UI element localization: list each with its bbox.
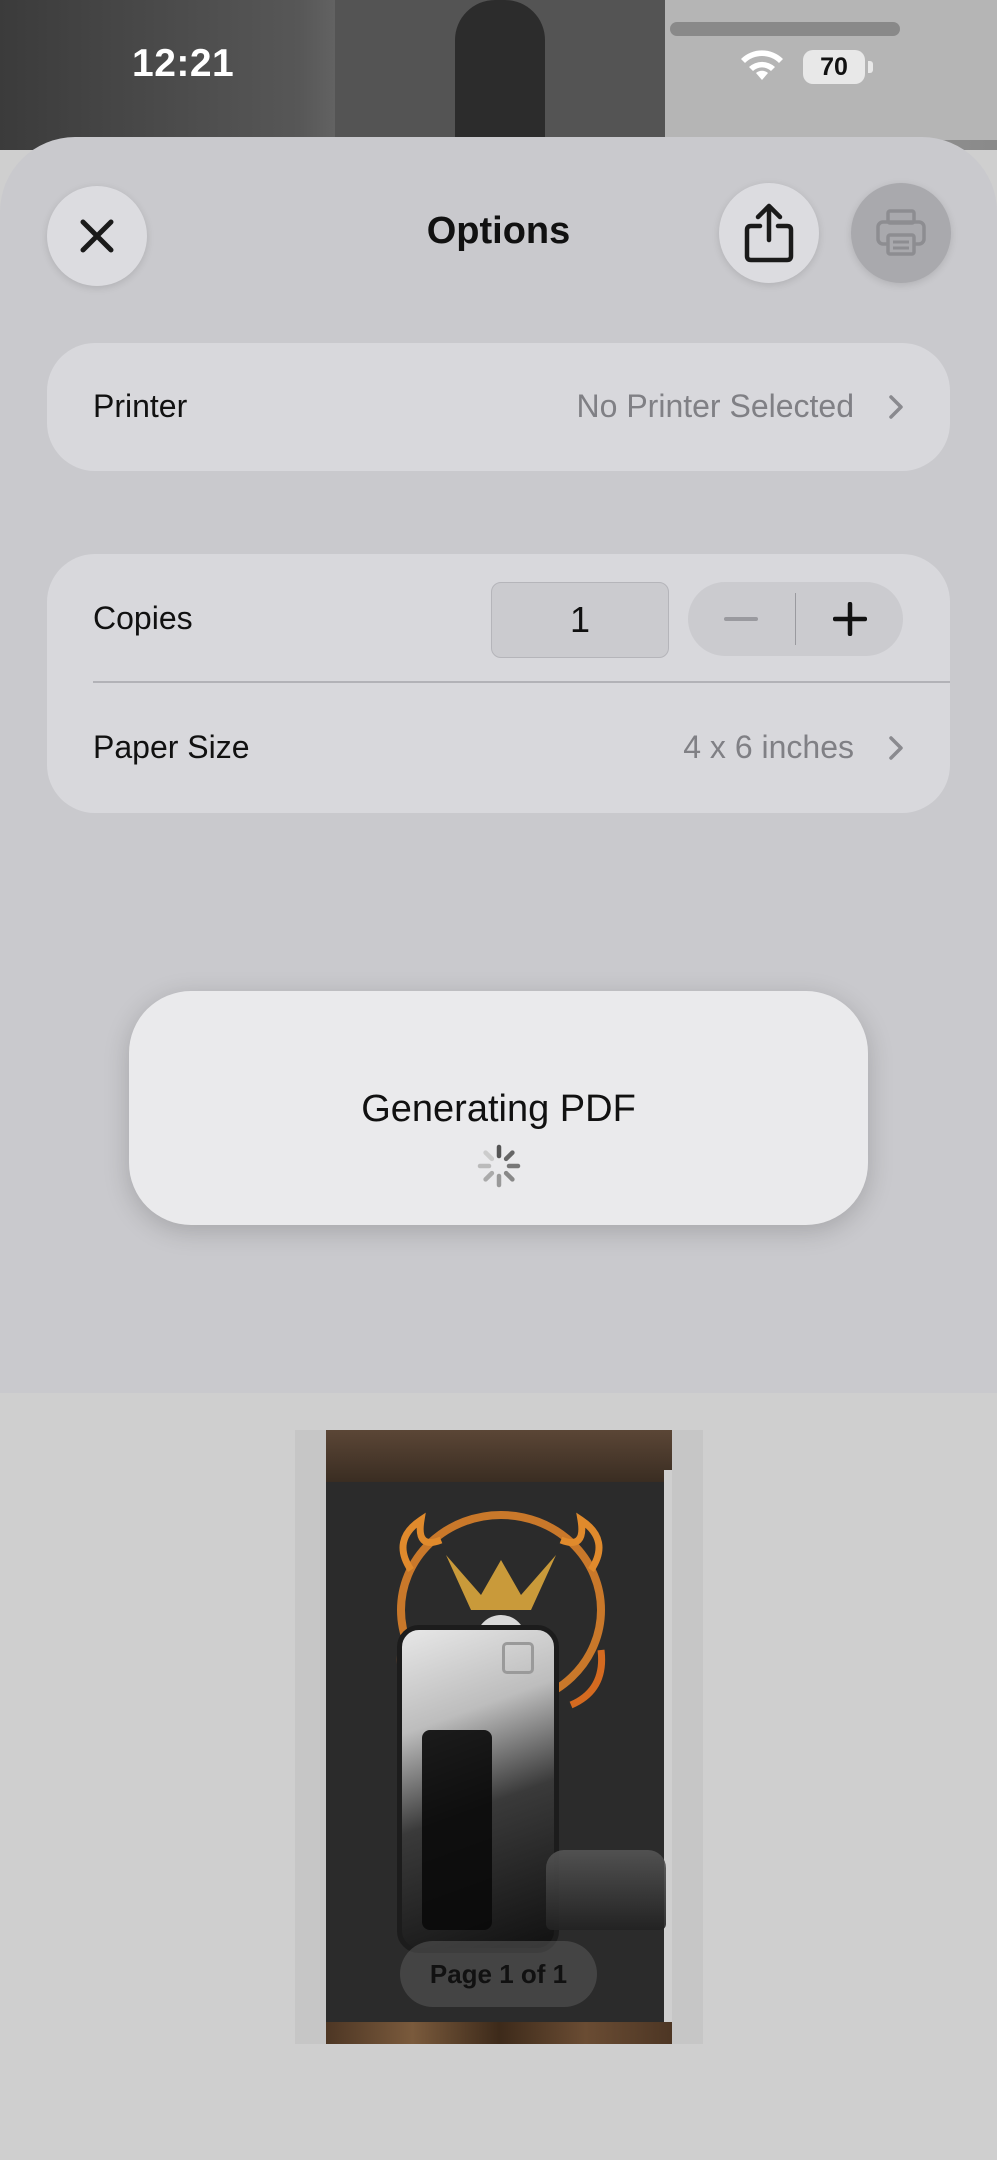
paper-size-row[interactable]: Paper Size 4 x 6 inches [47,684,950,813]
share-icon [744,203,794,263]
print-options-group: Copies 1 Paper Size 4 x 6 inches [47,554,950,813]
phone-in-photo [397,1625,559,1953]
hud-title: Generating PDF [361,1088,636,1130]
row-divider [93,681,950,683]
paper-edge [664,1470,672,2030]
page-indicator: Page 1 of 1 [400,1941,597,2007]
car-graphic [546,1850,666,1930]
status-time: 12:21 [132,42,235,85]
wood-surface-bottom [326,2022,672,2044]
copies-input[interactable]: 1 [491,582,669,658]
battery-indicator: 70 [803,50,865,84]
minus-icon [724,617,759,621]
printer-icon [876,209,926,256]
copies-label: Copies [93,600,193,636]
printer-row[interactable]: Printer No Printer Selected [47,343,950,471]
print-button[interactable] [851,183,951,283]
phone-reflection [422,1730,492,1930]
chevron-right-icon [889,736,903,760]
printer-label: Printer [93,388,188,424]
wood-surface [326,1430,672,1482]
chevron-right-icon [889,395,903,419]
printer-value: No Printer Selected [576,388,854,424]
decrement-button[interactable] [688,582,795,656]
progress-hud: Generating PDF [129,991,868,1225]
battery-cap [868,61,873,73]
increment-button[interactable] [796,582,903,656]
background-person [455,0,545,140]
close-icon [80,219,114,253]
paper-size-label: Paper Size [93,729,250,765]
share-button[interactable] [719,183,819,283]
background-text [670,22,900,36]
paper-size-value: 4 x 6 inches [683,729,854,765]
phone-camera [502,1642,534,1674]
spinner-icon [477,1144,521,1188]
wifi-icon [741,50,783,80]
sheet-title: Options [426,210,571,252]
close-button[interactable] [47,186,147,286]
copies-stepper [688,582,903,656]
plus-icon [832,602,867,636]
